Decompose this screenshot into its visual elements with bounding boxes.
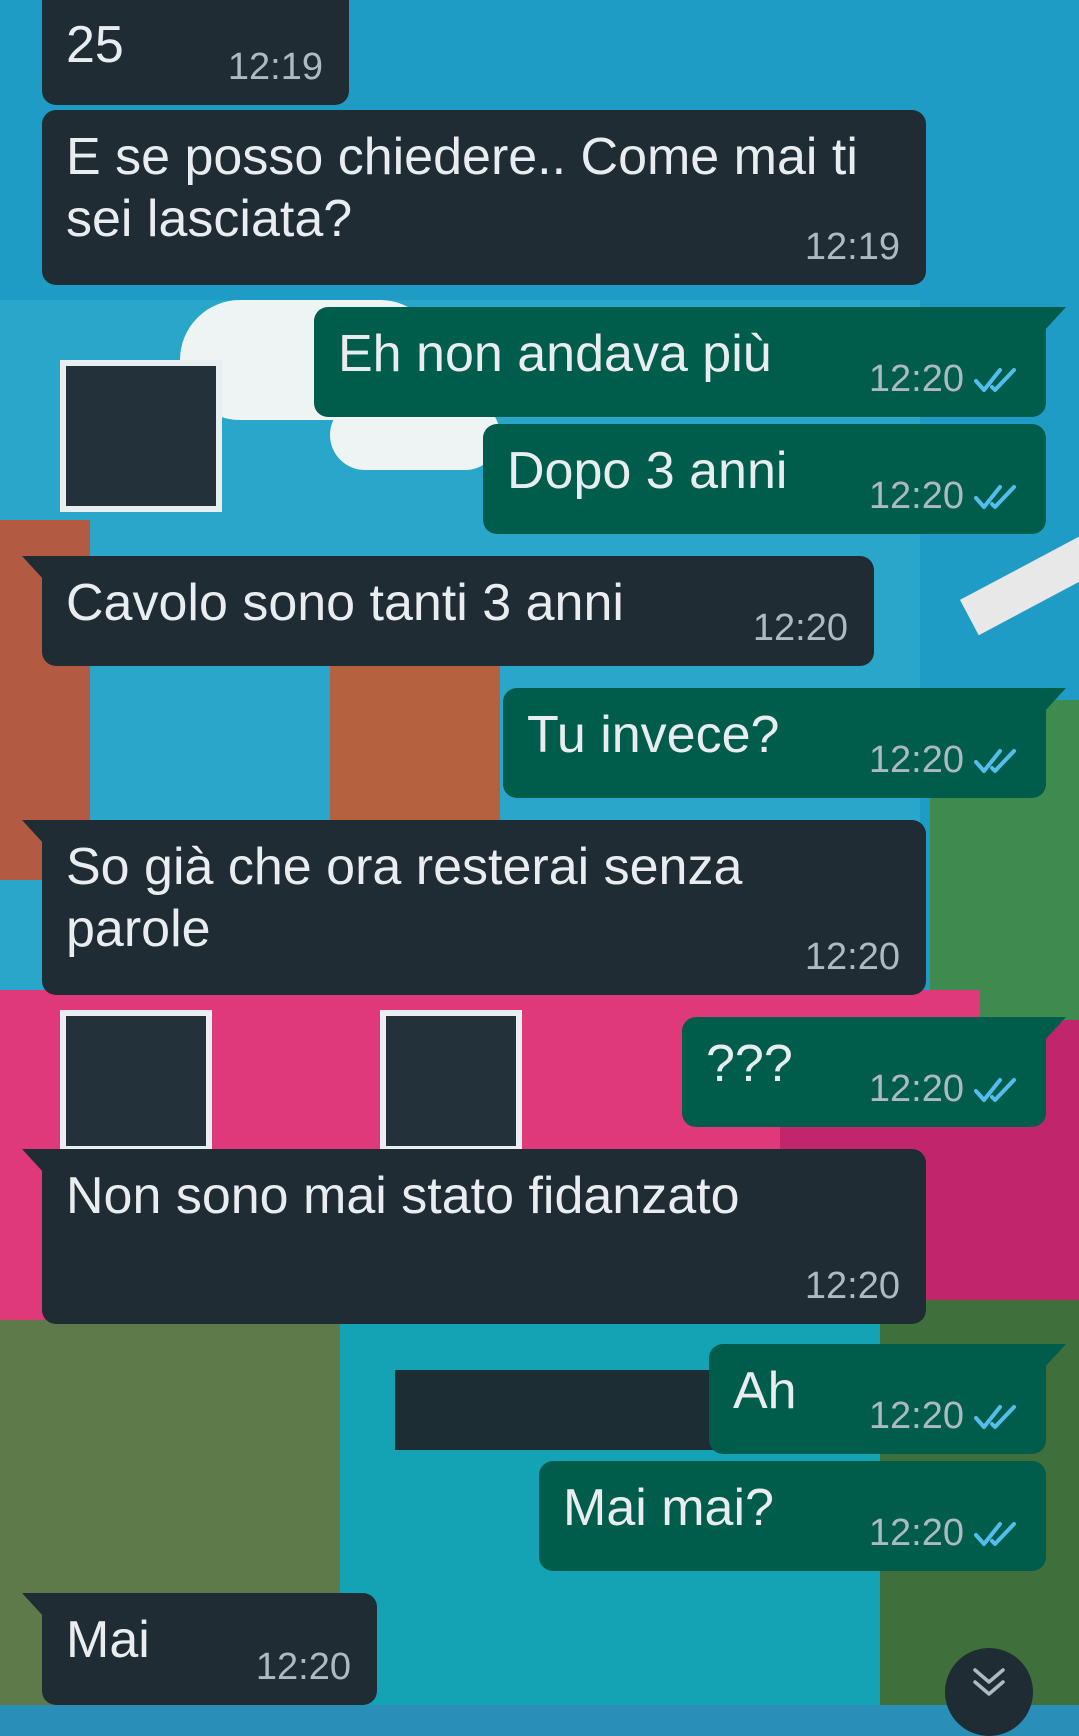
message-text: Ah	[733, 1362, 797, 1420]
message-meta: 12:20	[869, 475, 1020, 518]
message-meta: 12:20	[869, 1395, 1020, 1438]
double-check-icon	[974, 1521, 1016, 1546]
message-text: Eh non andava più	[338, 325, 772, 383]
message-meta: 12:20	[869, 1512, 1020, 1555]
message-text: Dopo 3 anni	[507, 442, 788, 500]
message-text: Tu invece?	[527, 706, 780, 764]
message-outgoing[interactable]: Mai mai? 12:20	[539, 1461, 1046, 1571]
message-meta: 12:19	[228, 46, 323, 89]
message-incoming[interactable]: Cavolo sono tanti 3 anni 12:20	[22, 556, 874, 666]
message-outgoing[interactable]: Dopo 3 anni 12:20	[483, 424, 1046, 534]
message-meta: 12:20	[753, 607, 848, 650]
double-check-icon	[974, 748, 1016, 773]
message-incoming[interactable]: Non sono mai stato fidanzato 12:20	[22, 1149, 926, 1324]
message-meta: 12:20	[869, 358, 1020, 401]
double-check-icon	[974, 1077, 1016, 1102]
message-time: 12:20	[255, 1646, 351, 1688]
message-text: Mai	[66, 1611, 150, 1669]
message-meta: 12:20	[869, 739, 1020, 782]
message-text: So già che ora resterai senza parole	[66, 838, 757, 958]
scroll-to-bottom-button[interactable]	[945, 1648, 1033, 1736]
double-check-icon	[974, 484, 1016, 509]
message-text: 25	[66, 16, 124, 74]
message-time: 12:19	[804, 226, 900, 268]
message-text: Cavolo sono tanti 3 anni	[66, 574, 624, 632]
message-text: Mai mai?	[563, 1479, 774, 1537]
message-meta: 12:20	[805, 1265, 900, 1308]
message-time: 12:20	[868, 1068, 964, 1110]
chevron-double-down-icon	[973, 1668, 1005, 1696]
message-time: 12:20	[868, 358, 964, 400]
message-text: ???	[706, 1035, 793, 1093]
message-incoming[interactable]: E se posso chiedere.. Come mai ti sei la…	[42, 110, 926, 285]
message-time: 12:20	[868, 1512, 964, 1554]
message-time: 12:20	[868, 1395, 964, 1437]
message-text: E se posso chiedere.. Come mai ti sei la…	[66, 128, 873, 248]
message-text: Non sono mai stato fidanzato	[66, 1167, 740, 1225]
message-meta: 12:20	[805, 936, 900, 979]
message-meta: 12:19	[805, 226, 900, 269]
message-time: 12:20	[752, 607, 848, 649]
message-outgoing[interactable]: Eh non andava più 12:20	[314, 307, 1066, 417]
message-time: 12:20	[804, 1265, 900, 1307]
message-meta: 12:20	[869, 1068, 1020, 1111]
message-incoming[interactable]: 25 12:19	[42, 0, 349, 105]
message-time: 12:20	[804, 936, 900, 978]
double-check-icon	[974, 367, 1016, 392]
message-outgoing[interactable]: Ah 12:20	[709, 1344, 1066, 1454]
message-outgoing[interactable]: Tu invece? 12:20	[503, 688, 1066, 798]
message-time: 12:20	[868, 475, 964, 517]
message-time: 12:19	[227, 46, 323, 88]
message-outgoing[interactable]: ??? 12:20	[682, 1017, 1066, 1127]
message-meta: 12:20	[256, 1646, 351, 1689]
double-check-icon	[974, 1404, 1016, 1429]
message-incoming[interactable]: Mai 12:20	[22, 1593, 377, 1705]
message-time: 12:20	[868, 739, 964, 781]
message-incoming[interactable]: So già che ora resterai senza parole 12:…	[22, 820, 926, 995]
